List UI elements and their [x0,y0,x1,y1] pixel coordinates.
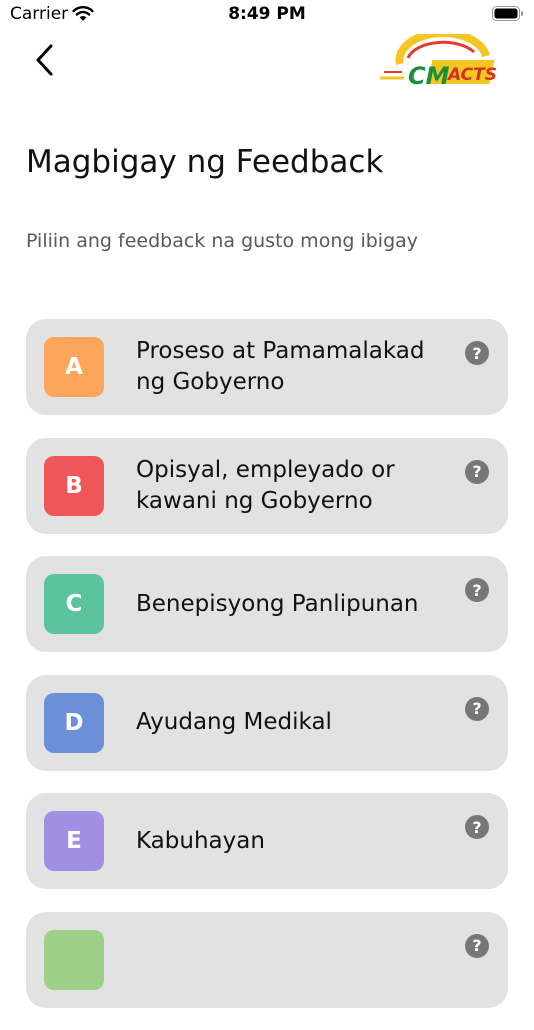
page-subtitle: Piliin ang feedback na gusto mong ibigay [26,230,419,252]
option-letter-badge: E [44,811,104,871]
feedback-option-card[interactable]: B Opisyal, empleyado or kawani ng Gobyer… [26,437,508,534]
help-icon[interactable]: ? [465,933,489,958]
feedback-option-card[interactable]: A Proseso at Pamamalakad ng Gobyerno ? [26,319,508,415]
cm-acts-logo: CM ACTS [380,34,497,90]
feedback-option-card[interactable]: ? [26,911,508,1008]
option-label: Proseso at Pamamalakad ng Gobyerno [136,338,425,395]
page-title: Magbigay ng Feedback [26,144,384,180]
feedback-option-card[interactable]: C Benepisyong Panlipunan ? [26,556,508,652]
option-letter-badge [44,929,104,990]
status-bar: Carrier 8:49 PM [0,0,534,30]
battery-icon [492,6,523,21]
svg-text:CM: CM [408,62,450,90]
help-icon[interactable]: ? [465,815,489,839]
svg-text:ACTS: ACTS [446,65,497,85]
option-label: Ayudang Medikal [136,709,332,735]
back-chevron-icon[interactable] [32,42,58,78]
option-letter-badge: B [44,455,104,516]
option-label [136,912,436,1008]
option-label: Benepisyong Panlipunan [136,590,419,617]
clock: 8:49 PM [228,4,306,24]
option-label: Kabuhayan [136,827,265,854]
feedback-option-card[interactable]: E Kabuhayan ? [26,793,508,889]
help-icon[interactable]: ? [465,696,489,721]
option-letter-badge: D [44,692,104,753]
option-letter-badge: C [44,574,104,634]
feedback-options-list: A Proseso at Pamamalakad ng Gobyerno ? B… [26,319,508,1030]
feedback-option-card[interactable]: D Ayudang Medikal ? [26,674,508,771]
help-icon[interactable]: ? [465,341,489,365]
help-icon[interactable]: ? [465,578,489,602]
option-letter-badge: A [44,337,104,397]
help-icon[interactable]: ? [465,459,489,484]
option-label: Opisyal, empleyado or kawani ng Gobyerno [136,456,395,514]
